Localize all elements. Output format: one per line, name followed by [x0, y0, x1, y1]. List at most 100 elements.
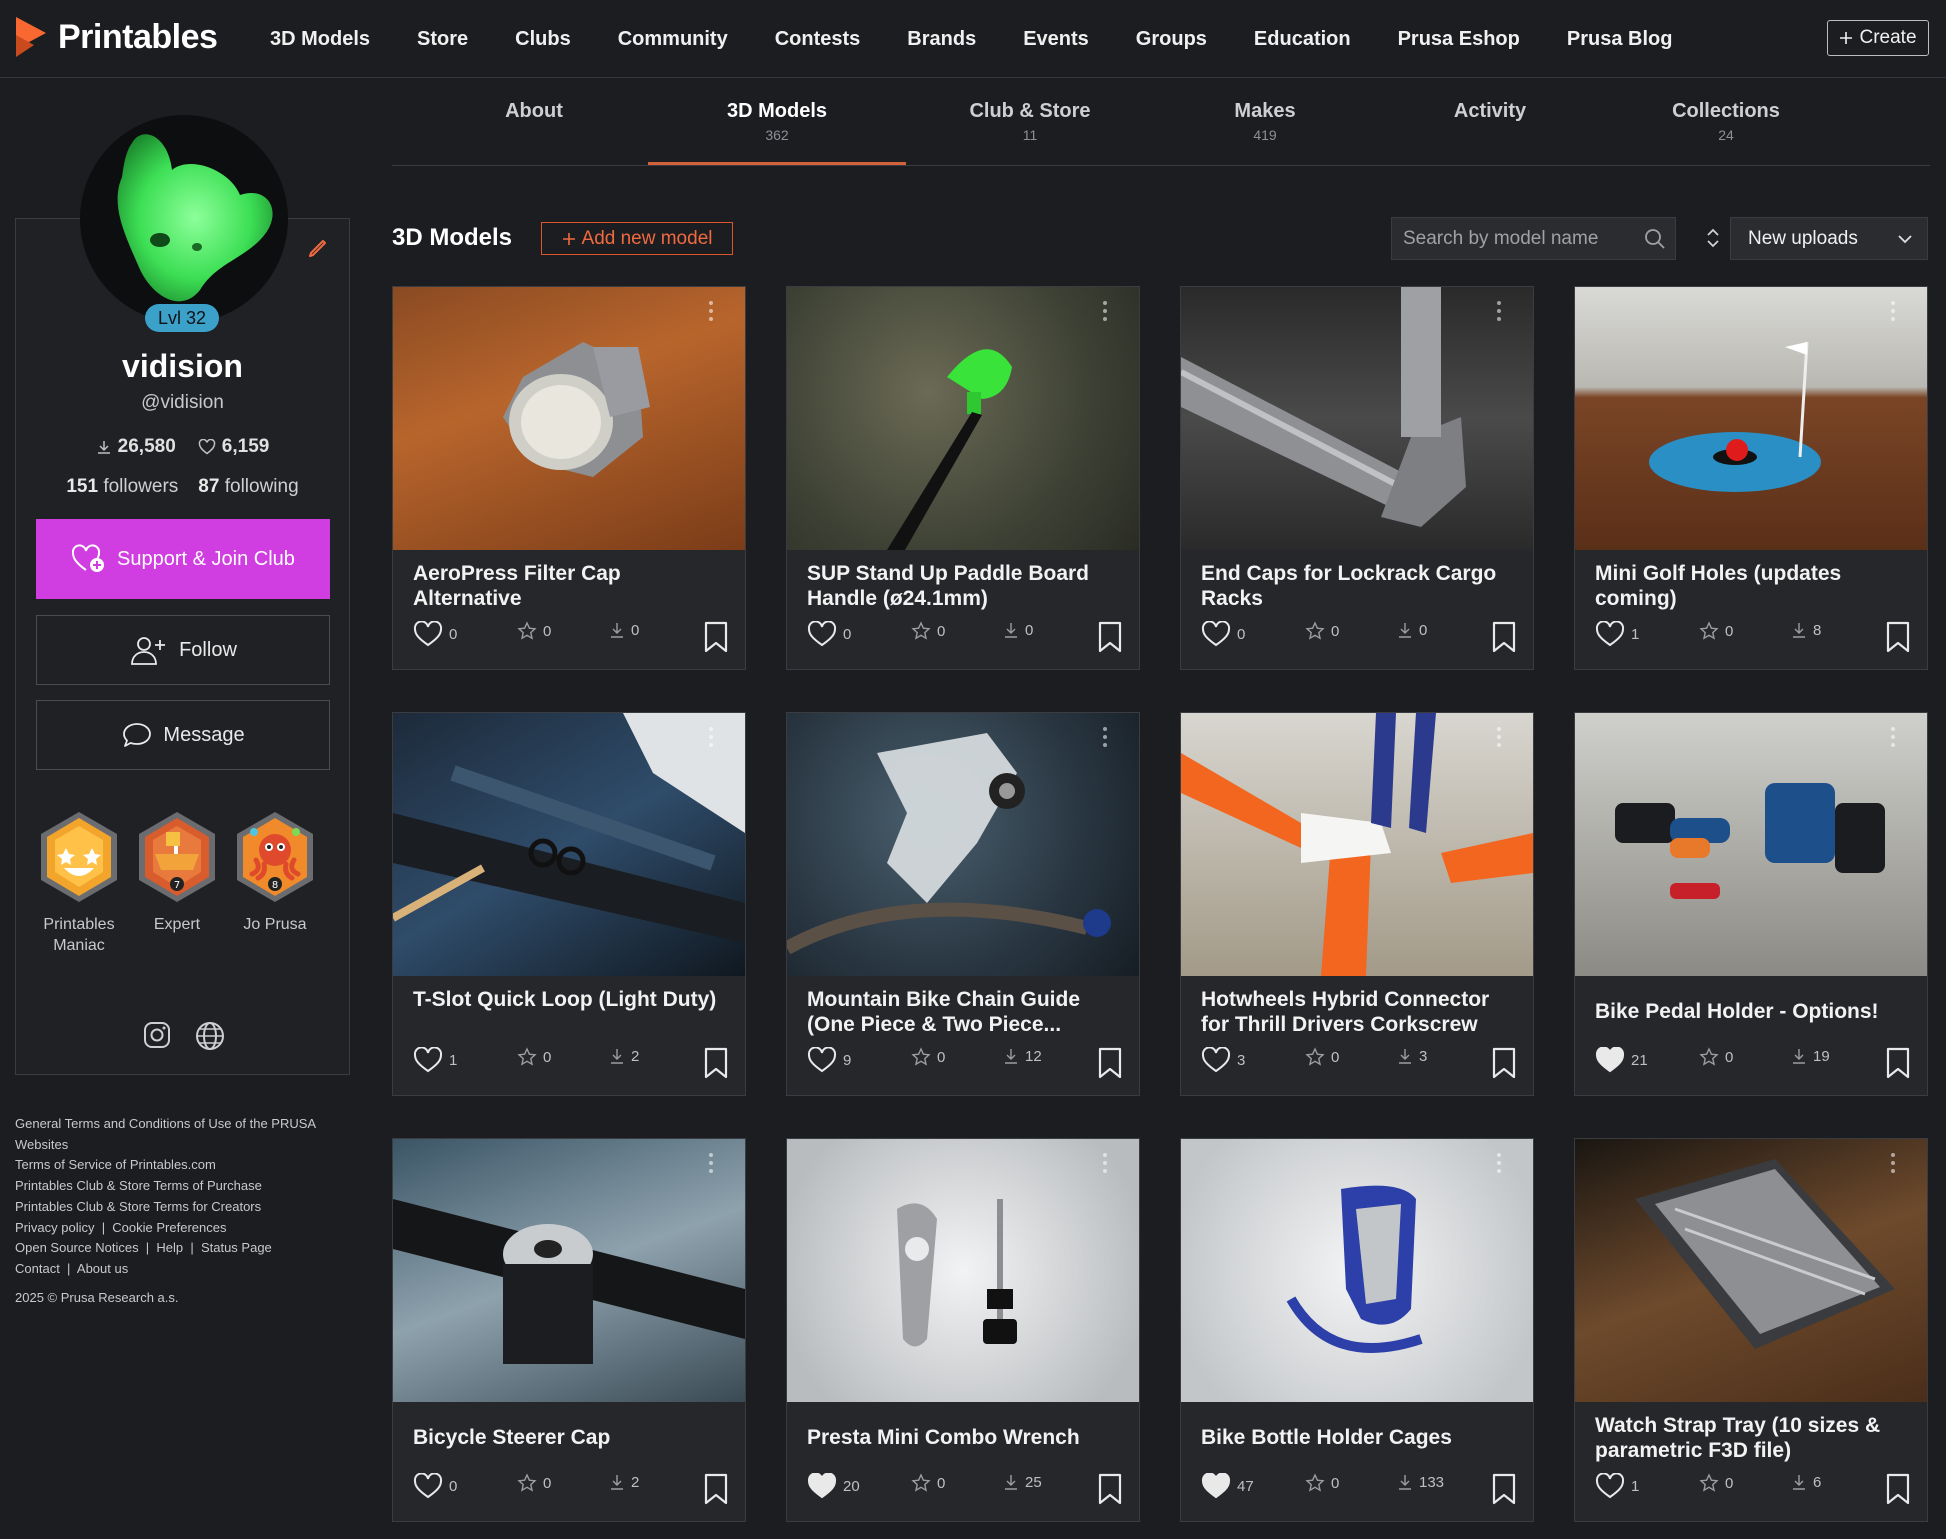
- footer-link[interactable]: Open Source Notices | Help | Status Page: [15, 1238, 335, 1259]
- bookmark-icon[interactable]: [1885, 621, 1911, 653]
- model-title[interactable]: Bike Pedal Holder - Options!: [1595, 999, 1915, 1024]
- like-button[interactable]: 0: [413, 621, 457, 647]
- sort-select[interactable]: New uploads: [1730, 217, 1928, 260]
- card-menu-icon[interactable]: [1891, 727, 1897, 747]
- bookmark-icon[interactable]: [1097, 1473, 1123, 1505]
- tab-about[interactable]: About: [454, 100, 614, 127]
- model-title[interactable]: T-Slot Quick Loop (Light Duty): [413, 987, 733, 1012]
- footer-link[interactable]: Contact | About us: [15, 1259, 335, 1280]
- like-button[interactable]: 20: [807, 1473, 860, 1499]
- model-thumbnail[interactable]: [787, 713, 1139, 976]
- model-card[interactable]: Bicycle Steerer Cap 0 0 2: [392, 1138, 746, 1522]
- bookmark-icon[interactable]: [1491, 1047, 1517, 1079]
- like-button[interactable]: 9: [807, 1047, 851, 1073]
- bookmark-icon[interactable]: [1491, 1473, 1517, 1505]
- followers-link[interactable]: 151 followers: [66, 476, 178, 498]
- card-menu-icon[interactable]: [1497, 1153, 1503, 1173]
- globe-icon[interactable]: [194, 1020, 226, 1052]
- model-thumbnail[interactable]: [787, 287, 1139, 550]
- instagram-icon[interactable]: [142, 1020, 172, 1050]
- like-button[interactable]: 3: [1201, 1047, 1245, 1073]
- nav-prusa-blog[interactable]: Prusa Blog: [1567, 28, 1673, 51]
- nav-contests[interactable]: Contests: [775, 28, 861, 51]
- bookmark-icon[interactable]: [1885, 1047, 1911, 1079]
- nav-store[interactable]: Store: [417, 28, 468, 51]
- badge-printables-maniac[interactable]: Printables Maniac: [30, 810, 128, 956]
- card-menu-icon[interactable]: [1103, 1153, 1109, 1173]
- model-title[interactable]: Hotwheels Hybrid Connector for Thrill Dr…: [1201, 987, 1521, 1037]
- model-thumbnail[interactable]: [1181, 1139, 1533, 1402]
- nav-events[interactable]: Events: [1023, 28, 1089, 51]
- support-join-club-button[interactable]: Support & Join Club: [36, 519, 330, 599]
- model-title[interactable]: End Caps for Lockrack Cargo Racks: [1201, 561, 1521, 611]
- footer-link[interactable]: Printables Club & Store Terms of Purchas…: [15, 1176, 335, 1197]
- model-thumbnail[interactable]: [787, 1139, 1139, 1402]
- model-card[interactable]: Bike Pedal Holder - Options! 21 0 19: [1574, 712, 1928, 1096]
- model-card[interactable]: End Caps for Lockrack Cargo Racks 0 0 0: [1180, 286, 1534, 670]
- card-menu-icon[interactable]: [1103, 727, 1109, 747]
- tab-activity[interactable]: Activity: [1410, 100, 1570, 127]
- model-thumbnail[interactable]: [1575, 713, 1927, 976]
- model-title[interactable]: Bicycle Steerer Cap: [413, 1425, 733, 1450]
- like-button[interactable]: 0: [1201, 621, 1245, 647]
- model-card[interactable]: AeroPress Filter Cap Alternative 0 0 0: [392, 286, 746, 670]
- printables-logo[interactable]: Printables: [14, 15, 218, 59]
- following-link[interactable]: 87 following: [198, 476, 298, 498]
- card-menu-icon[interactable]: [709, 1153, 715, 1173]
- search-icon[interactable]: [1644, 228, 1666, 250]
- model-thumbnail[interactable]: [393, 287, 745, 550]
- model-card[interactable]: Presta Mini Combo Wrench 20 0 25: [786, 1138, 1140, 1522]
- model-card[interactable]: Hotwheels Hybrid Connector for Thrill Dr…: [1180, 712, 1534, 1096]
- footer-link[interactable]: General Terms and Conditions of Use of t…: [15, 1114, 335, 1155]
- model-thumbnail[interactable]: [393, 1139, 745, 1402]
- model-title[interactable]: Bike Bottle Holder Cages: [1201, 1425, 1521, 1450]
- model-title[interactable]: Mountain Bike Chain Guide (One Piece & T…: [807, 987, 1127, 1037]
- like-button[interactable]: 21: [1595, 1047, 1648, 1073]
- model-thumbnail[interactable]: [393, 713, 745, 976]
- model-thumbnail[interactable]: [1575, 287, 1927, 550]
- model-title[interactable]: AeroPress Filter Cap Alternative: [413, 561, 733, 611]
- nav-3d-models[interactable]: 3D Models: [270, 28, 370, 51]
- model-title[interactable]: Mini Golf Holes (updates coming): [1595, 561, 1915, 611]
- card-menu-icon[interactable]: [709, 727, 715, 747]
- model-title[interactable]: Watch Strap Tray (10 sizes & parametric …: [1595, 1413, 1915, 1463]
- tab-collections[interactable]: Collections 24: [1636, 100, 1816, 143]
- nav-groups[interactable]: Groups: [1136, 28, 1207, 51]
- like-button[interactable]: 1: [1595, 1473, 1639, 1499]
- tab-club-store[interactable]: Club & Store 11: [940, 100, 1120, 143]
- bookmark-icon[interactable]: [1097, 1047, 1123, 1079]
- model-card[interactable]: T-Slot Quick Loop (Light Duty) 1 0 2: [392, 712, 746, 1096]
- card-menu-icon[interactable]: [1497, 301, 1503, 321]
- message-button[interactable]: Message: [36, 700, 330, 770]
- like-button[interactable]: 1: [1595, 621, 1639, 647]
- card-menu-icon[interactable]: [1103, 301, 1109, 321]
- card-menu-icon[interactable]: [1497, 727, 1503, 747]
- tab-3d-models[interactable]: 3D Models 362: [697, 100, 857, 143]
- like-button[interactable]: 1: [413, 1047, 457, 1073]
- footer-link[interactable]: Privacy policy | Cookie Preferences: [15, 1218, 335, 1239]
- add-new-model-button[interactable]: Add new model: [541, 222, 733, 255]
- bookmark-icon[interactable]: [1885, 1473, 1911, 1505]
- nav-community[interactable]: Community: [618, 28, 728, 51]
- model-thumbnail[interactable]: [1575, 1139, 1927, 1402]
- footer-link[interactable]: Terms of Service of Printables.com: [15, 1155, 335, 1176]
- model-card[interactable]: Mini Golf Holes (updates coming) 1 0 8: [1574, 286, 1928, 670]
- like-button[interactable]: 0: [807, 621, 851, 647]
- badge-jo-prusa[interactable]: 8 Jo Prusa: [226, 810, 324, 956]
- nav-clubs[interactable]: Clubs: [515, 28, 571, 51]
- model-card[interactable]: Watch Strap Tray (10 sizes & parametric …: [1574, 1138, 1928, 1522]
- like-button[interactable]: 47: [1201, 1473, 1254, 1499]
- bookmark-icon[interactable]: [1491, 621, 1517, 653]
- bookmark-icon[interactable]: [1097, 621, 1123, 653]
- card-menu-icon[interactable]: [1891, 301, 1897, 321]
- model-card[interactable]: Bike Bottle Holder Cages 47 0 133: [1180, 1138, 1534, 1522]
- like-button[interactable]: 0: [413, 1473, 457, 1499]
- nav-education[interactable]: Education: [1254, 28, 1351, 51]
- model-card[interactable]: SUP Stand Up Paddle Board Handle (ø24.1m…: [786, 286, 1140, 670]
- model-thumbnail[interactable]: [1181, 713, 1533, 976]
- pencil-icon[interactable]: [305, 235, 331, 261]
- search-input[interactable]: [1403, 227, 1638, 250]
- footer-link[interactable]: Printables Club & Store Terms for Creato…: [15, 1197, 335, 1218]
- model-title[interactable]: Presta Mini Combo Wrench: [807, 1425, 1127, 1450]
- card-menu-icon[interactable]: [709, 301, 715, 321]
